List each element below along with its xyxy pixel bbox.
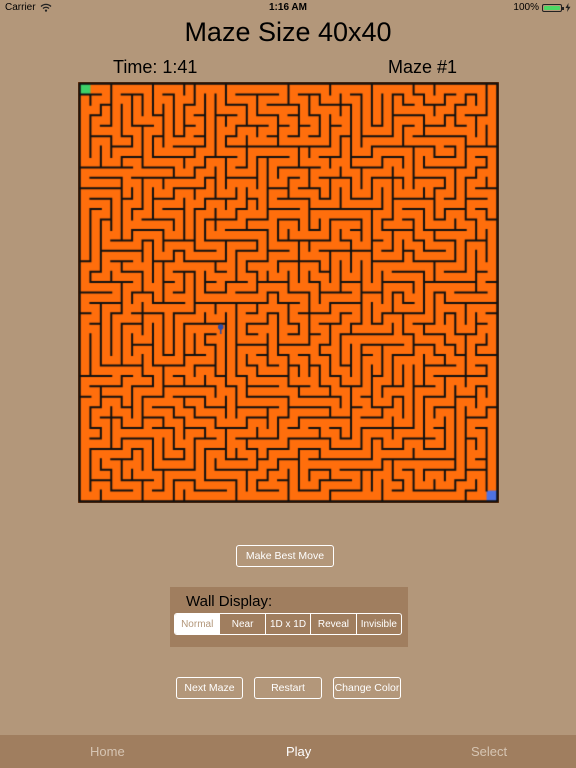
maze-board[interactable]: [78, 82, 499, 503]
tab-select[interactable]: Select: [471, 744, 507, 759]
status-left: Carrier: [5, 2, 52, 13]
wifi-icon: [40, 3, 52, 12]
wall-display-segmented-control[interactable]: Normal Near 1D x 1D Reveal Invisible: [174, 613, 402, 635]
status-right: 100%: [513, 2, 571, 13]
wall-display-panel: Wall Display: Normal Near 1D x 1D Reveal…: [170, 587, 408, 647]
carrier-label: Carrier: [5, 2, 36, 13]
charging-bolt-icon: [565, 3, 571, 12]
maze-number-label: Maze #1: [388, 57, 458, 77]
page-title: Maze Size 40x40: [184, 17, 392, 47]
change-color-button[interactable]: Change Color: [333, 677, 401, 699]
status-bar: Carrier 1:16 AM 100%: [0, 0, 576, 16]
wall-option-reveal[interactable]: Reveal: [310, 614, 355, 634]
battery-icon: [542, 3, 564, 12]
next-maze-button[interactable]: Next Maze: [176, 677, 243, 699]
wall-display-label: Wall Display:: [186, 593, 273, 610]
wall-option-normal[interactable]: Normal: [175, 614, 220, 634]
battery-percent: 100%: [513, 2, 539, 13]
timer-label: Time: 1:41: [113, 57, 198, 77]
battery-level: [544, 5, 560, 10]
wall-option-near[interactable]: Near: [219, 614, 264, 634]
tab-play[interactable]: Play: [286, 744, 311, 759]
make-best-move-button[interactable]: Make Best Move: [236, 545, 334, 567]
tab-home[interactable]: Home: [90, 744, 125, 759]
tab-bar: Home Play Select: [0, 735, 576, 768]
wall-option-1d-x-1d[interactable]: 1D x 1D: [264, 614, 310, 634]
restart-button[interactable]: Restart: [254, 677, 322, 699]
status-time: 1:16 AM: [269, 2, 307, 13]
wall-option-invisible[interactable]: Invisible: [355, 614, 401, 634]
maze-canvas[interactable]: [78, 82, 499, 503]
